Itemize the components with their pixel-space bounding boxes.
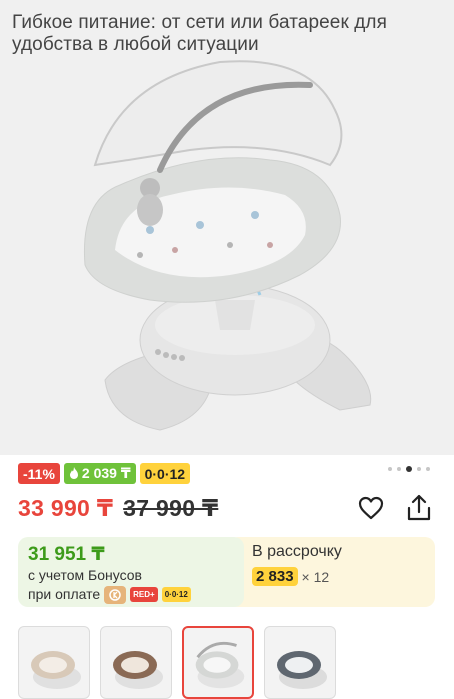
installment-mini-badge: 0·0·12 [161,587,191,602]
bonus-badge: 2 039 ₸ [63,463,136,484]
installment-card[interactable]: В рассрочку 2 833 × 12 [228,537,435,607]
gallery-dot[interactable] [397,467,401,471]
baby-swing-illustration [83,60,372,431]
thumbnail-image [31,651,81,689]
thumbnail-image [277,651,327,689]
price-row: 33 990 ₸ 37 990 ₸ [18,495,218,522]
thumbnail[interactable] [100,626,172,699]
bonus-price-card[interactable]: 31 951 ₸ с учетом Бонусов при оплате RED… [18,537,244,607]
installment-multiplier: × 12 [301,568,330,585]
thumbnail[interactable] [18,626,90,699]
installment-badge: 0·0·12 [139,463,191,484]
bonus-price: 31 951 ₸ [28,544,105,565]
payment-logo-icon [104,585,127,604]
thumbnail[interactable] [264,626,336,699]
bonus-amount: 2 039 ₸ [81,465,131,481]
gallery-dot[interactable] [417,467,421,471]
gallery-pagination[interactable] [388,466,430,472]
heart-icon [358,496,384,525]
share-icon [406,494,432,527]
thumbnail-image [113,651,163,689]
gallery-dot-active[interactable] [406,466,412,472]
old-price: 37 990 ₸ [123,495,219,521]
gallery-dot[interactable] [388,467,392,471]
thumbnail-image [195,641,245,689]
favorite-button[interactable] [356,495,386,525]
current-price: 33 990 ₸ [18,495,114,521]
product-image[interactable]: Гибкое питание: от сети или батареек для… [0,0,454,455]
thumbnail-selected[interactable] [182,626,254,699]
bonus-condition: с учетом Бонусов [28,567,142,583]
share-button[interactable] [404,494,434,527]
bonus-payment-label: при оплате [28,586,101,602]
red-plus-badge: RED+ [130,587,158,602]
gallery-dot[interactable] [426,467,430,471]
flame-icon [69,466,79,482]
promo-badges: -11% 2 039 ₸ 0·0·12 [18,463,191,484]
thumbnail-strip[interactable] [18,626,336,699]
installment-title: В рассрочку [252,543,342,560]
installment-amount: 2 833 [252,567,298,586]
discount-badge: -11% [18,463,60,484]
